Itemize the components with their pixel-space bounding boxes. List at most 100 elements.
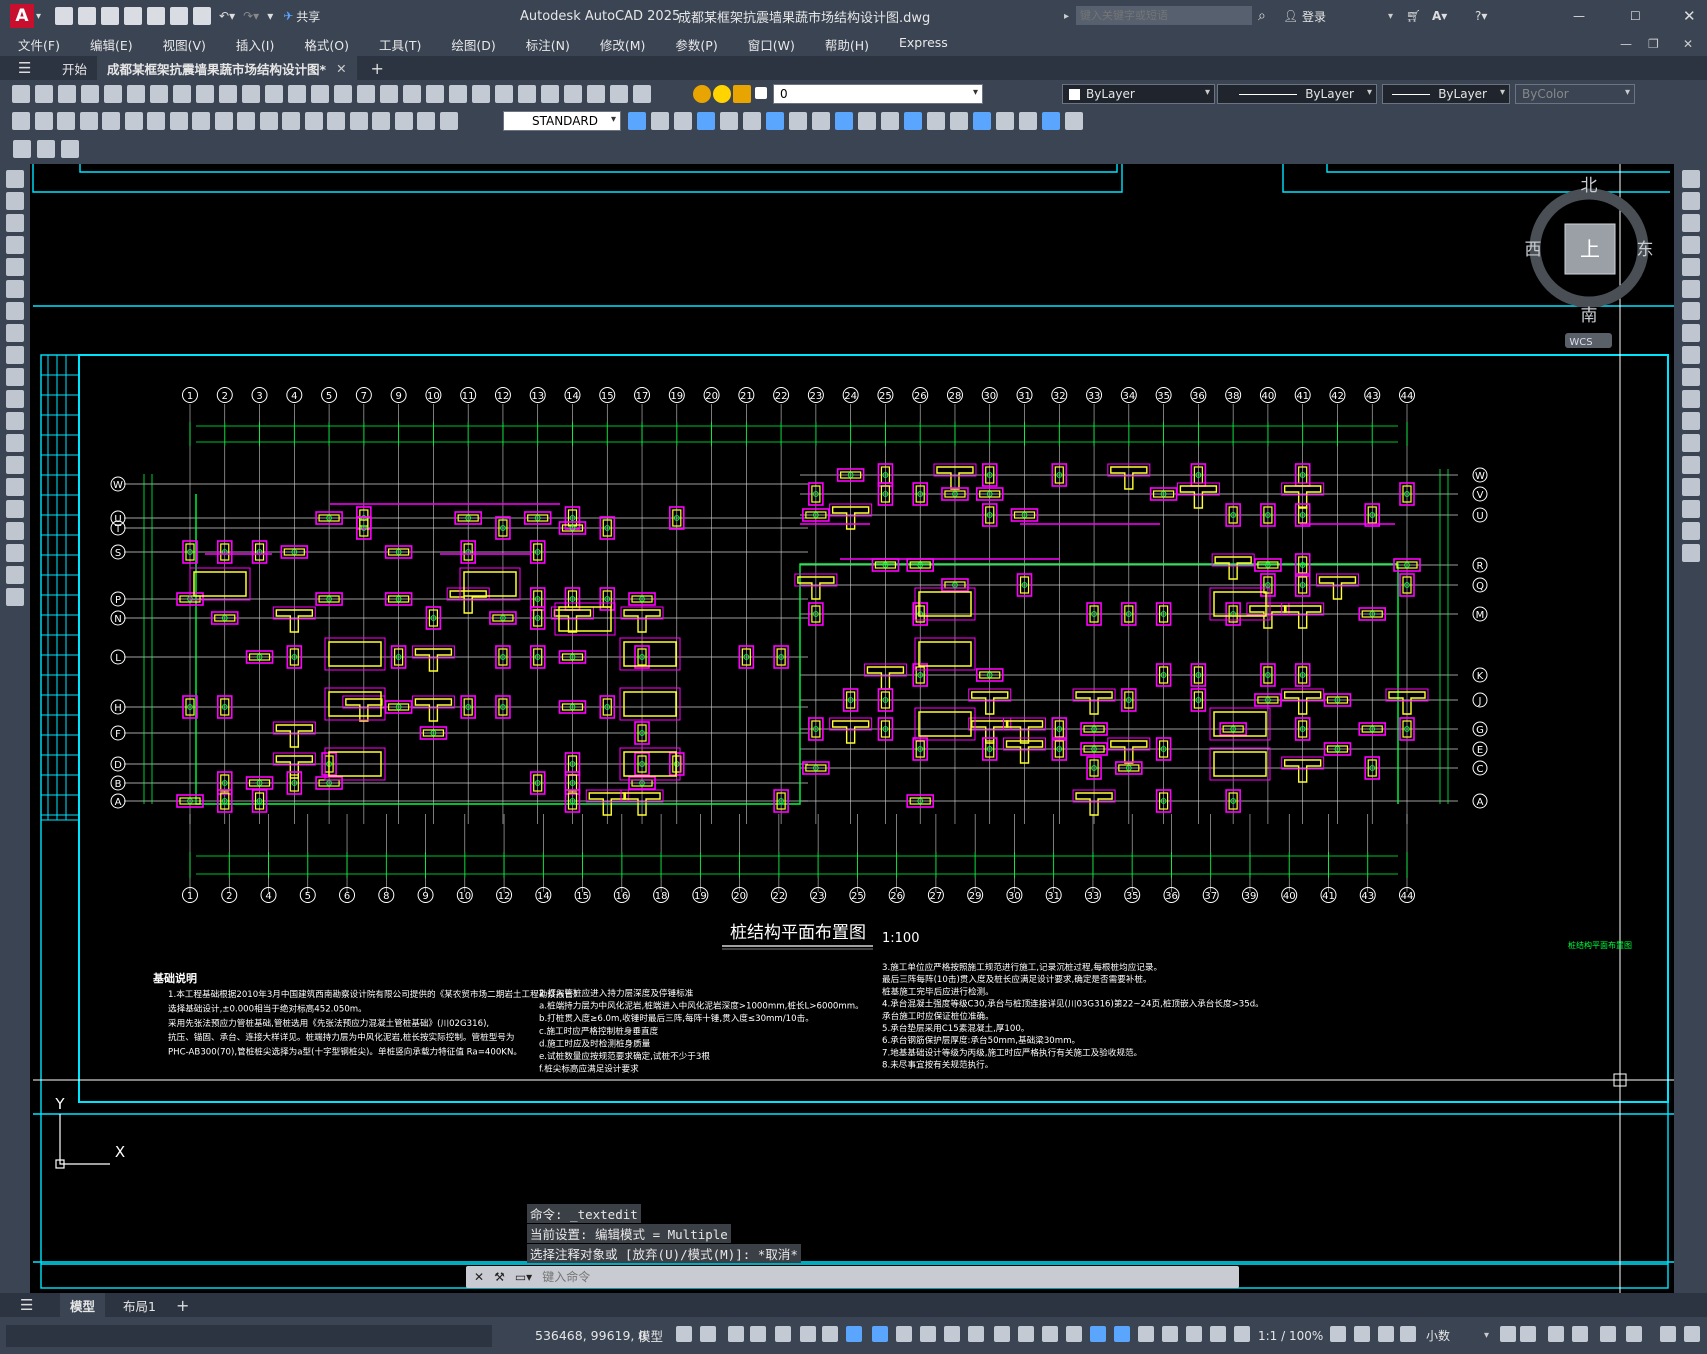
open-icon[interactable] [78, 7, 97, 25]
standard-tool-11-icon[interactable] [265, 85, 283, 103]
save-icon[interactable] [101, 7, 120, 25]
standard-tool-0-icon[interactable] [12, 85, 30, 103]
dimension-tool-18-icon[interactable] [417, 112, 435, 130]
layer-on-bulb-icon[interactable] [693, 85, 711, 103]
object-tool-8-icon[interactable] [812, 112, 830, 130]
status-toggle-30-icon[interactable] [1548, 1326, 1564, 1342]
doc-minimize-icon[interactable]: — [1620, 37, 1632, 51]
dimension-tool-10-icon[interactable] [237, 112, 255, 130]
object-tool-17-icon[interactable] [1019, 112, 1037, 130]
dimension-tool-7-icon[interactable] [169, 112, 188, 130]
autocad-logo-icon[interactable]: A [10, 4, 34, 28]
search-icon[interactable]: ⌕ [1258, 8, 1266, 24]
object-tool-16-icon[interactable] [996, 112, 1014, 130]
status-toggle-21-icon[interactable] [1186, 1326, 1202, 1342]
menu-item-5[interactable]: 工具(T) [379, 35, 421, 54]
status-toggle-24-icon[interactable] [1330, 1326, 1346, 1342]
object-tool-1-icon[interactable] [651, 112, 669, 130]
standard-tool-4-icon[interactable] [104, 85, 122, 103]
object-tool-9-icon[interactable] [835, 112, 853, 130]
status-toggle-12-icon[interactable] [968, 1326, 984, 1342]
viewcube-north[interactable]: 北 [1581, 176, 1598, 196]
command-input[interactable] [540, 1267, 1239, 1287]
standard-tool-10-icon[interactable] [242, 85, 260, 103]
status-toggle-13-icon[interactable] [994, 1326, 1010, 1342]
standard-tool-18-icon[interactable] [426, 85, 444, 103]
viewcube-face-label[interactable]: 上 [1580, 237, 1600, 261]
status-toggle-15-icon[interactable] [1042, 1326, 1058, 1342]
object-tool-6-icon[interactable] [766, 112, 784, 130]
status-toggle-11-icon[interactable] [944, 1326, 960, 1342]
app-menu-chevron-icon[interactable]: ▾ [36, 11, 41, 22]
dimension-tool-16-icon[interactable] [372, 112, 390, 130]
tab-active-document[interactable]: 成都某框架抗震墙果蔬市场结构设计图* ✕ [97, 56, 357, 80]
status-toggle-6-icon[interactable] [822, 1326, 838, 1342]
status-toggle-35-icon[interactable] [1684, 1326, 1700, 1342]
object-tool-19-icon[interactable] [1065, 112, 1083, 130]
status-toggle-20-icon[interactable] [1162, 1326, 1178, 1342]
web-save-icon[interactable] [170, 7, 189, 25]
standard-tool-21-icon[interactable] [495, 85, 513, 103]
status-toggle-31-icon[interactable] [1572, 1326, 1588, 1342]
standard-tool-5-icon[interactable] [127, 85, 145, 103]
menu-item-7[interactable]: 标注(N) [526, 35, 570, 54]
standard-tool-26-icon[interactable] [610, 85, 628, 103]
standard-tool-12-icon[interactable] [288, 85, 306, 103]
status-toggle-33-icon[interactable] [1626, 1326, 1642, 1342]
object-tool-0-icon[interactable] [628, 112, 646, 130]
status-toggle-19-icon[interactable] [1138, 1326, 1154, 1342]
standard-tool-14-icon[interactable] [334, 85, 352, 103]
dimension-tool-19-icon[interactable] [439, 112, 458, 130]
dimension-tool-4-icon[interactable] [102, 112, 120, 130]
viewcube-south[interactable]: 南 [1581, 306, 1598, 326]
standard-tool-22-icon[interactable] [518, 85, 536, 103]
menu-item-9[interactable]: 参数(P) [675, 35, 717, 54]
standard-tool-8-icon[interactable] [196, 85, 214, 103]
status-toggle-10-icon[interactable] [920, 1326, 936, 1342]
color-dropdown[interactable]: ByLayer ▾ [1062, 84, 1215, 104]
layer-lock-icon[interactable] [733, 85, 751, 103]
status-toggle-17-icon[interactable] [1090, 1326, 1106, 1342]
object-tool-14-icon[interactable] [950, 112, 968, 130]
dimension-tool-14-icon[interactable] [327, 112, 345, 130]
autodesk-a360-icon[interactable]: A▾ [1432, 9, 1447, 23]
plot-icon[interactable] [193, 7, 212, 25]
menu-item-10[interactable]: 窗口(W) [748, 35, 795, 54]
menu-item-1[interactable]: 编辑(E) [90, 35, 133, 54]
viewcube-wcs[interactable]: WCS [1569, 337, 1592, 348]
status-toggle-16-icon[interactable] [1066, 1326, 1082, 1342]
new-icon[interactable] [55, 7, 74, 25]
menu-item-4[interactable]: 格式(O) [304, 35, 349, 54]
minimize-icon[interactable]: — [1573, 9, 1585, 23]
tab-close-icon[interactable]: ✕ [336, 61, 346, 76]
search-input[interactable] [1076, 6, 1252, 25]
status-annotation-scale[interactable]: 1:1 / 100% [1258, 1329, 1323, 1343]
dimension-tool-6-icon[interactable] [147, 112, 165, 130]
status-toggle-14-icon[interactable] [1018, 1326, 1034, 1342]
status-toggle-8-icon[interactable] [872, 1326, 888, 1342]
status-toggle-3-icon[interactable] [750, 1326, 766, 1342]
dimension-tool-12-icon[interactable] [282, 112, 300, 130]
menu-item-8[interactable]: 修改(M) [600, 35, 646, 54]
layer-dropdown[interactable]: 0 ▾ [773, 84, 983, 104]
object-tool-13-icon[interactable] [927, 112, 945, 130]
search-arrow-icon[interactable]: ▸ [1064, 11, 1069, 22]
standard-tool-19-icon[interactable] [449, 85, 467, 103]
close-icon[interactable]: ✕ [1683, 7, 1696, 25]
dimension-tool-2-icon[interactable] [57, 112, 75, 130]
menu-item-2[interactable]: 视图(V) [163, 35, 206, 54]
attribute-icon[interactable] [61, 140, 79, 158]
object-tool-18-icon[interactable] [1042, 112, 1060, 130]
status-toggle-27-icon[interactable] [1400, 1326, 1416, 1342]
status-units-chevron-icon[interactable]: ▾ [1484, 1330, 1489, 1341]
save-as-icon[interactable] [124, 7, 143, 25]
customize-qat-icon[interactable]: ▾ [267, 9, 273, 23]
status-toggle-18-icon[interactable] [1114, 1326, 1130, 1342]
status-toggle-1-icon[interactable] [700, 1326, 716, 1342]
plotstyle-dropdown[interactable]: ByColor ▾ [1515, 84, 1635, 104]
status-coordinates[interactable]: 536468, 99619, 0 [535, 1328, 646, 1343]
standard-tool-2-icon[interactable] [58, 85, 76, 103]
hamburger-menu-icon[interactable]: ☰ [18, 59, 52, 77]
text-style-dropdown[interactable]: STANDARD ▾ [503, 111, 621, 131]
layout-menu-icon[interactable]: ☰ [20, 1296, 60, 1314]
